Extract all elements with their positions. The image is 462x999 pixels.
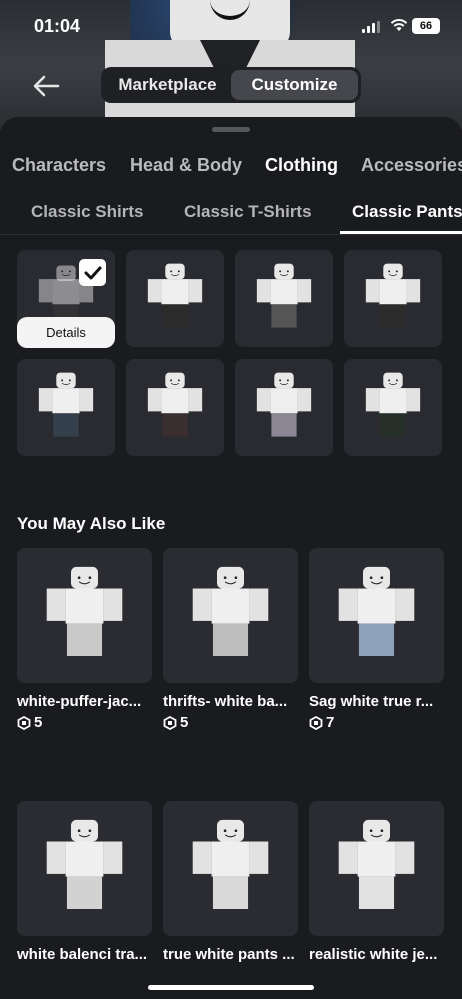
owned-item-tile[interactable] [344, 359, 442, 456]
category-tabs: Characters Head & Body Clothing Accessor… [0, 155, 462, 183]
avatar-thumbnail [147, 263, 203, 328]
recommendation-card[interactable]: white-puffer-jac... 5 [17, 548, 152, 731]
item-thumbnail[interactable] [17, 801, 152, 936]
avatar-thumbnail [365, 263, 421, 328]
item-price: 5 [17, 714, 152, 731]
item-thumbnail[interactable] [163, 801, 298, 936]
status-bar: 01:04 66 [0, 0, 462, 52]
tab-clothing[interactable]: Clothing [265, 155, 338, 176]
item-price-value: 7 [326, 714, 335, 731]
equipped-checkmark-icon [79, 259, 106, 286]
robux-icon [163, 715, 177, 730]
avatar-thumbnail [192, 819, 269, 909]
item-thumbnail[interactable] [163, 548, 298, 683]
battery-indicator: 66 [412, 18, 440, 34]
item-name: Sag white true r... [309, 693, 434, 710]
mode-switcher: Marketplace Customize [101, 67, 361, 103]
item-thumbnail[interactable] [309, 801, 444, 936]
item-name: true white pants ... [163, 946, 295, 963]
active-tab-indicator [340, 231, 462, 234]
tab-marketplace[interactable]: Marketplace [104, 70, 231, 100]
section-title-recommendations: You May Also Like [17, 514, 166, 533]
recommendation-card[interactable]: true white pants ... [163, 801, 298, 963]
item-thumbnail[interactable] [17, 548, 152, 683]
avatar-thumbnail [192, 566, 269, 656]
owned-item-tile[interactable] [17, 359, 115, 456]
recommendation-card[interactable]: realistic white je... [309, 801, 444, 963]
tab-classic-tshirts[interactable]: Classic T-Shirts [184, 202, 312, 222]
recommendation-card[interactable]: white balenci tra... [17, 801, 152, 963]
robux-icon [17, 715, 31, 730]
owned-item-tile[interactable] [126, 359, 224, 456]
home-indicator [148, 985, 314, 990]
recommendation-card[interactable]: Sag white true r... 7 [309, 548, 444, 731]
back-arrow-icon[interactable] [30, 72, 62, 100]
avatar-thumbnail [147, 372, 203, 437]
avatar-thumbnail [338, 819, 415, 909]
sheet-grabber[interactable] [212, 127, 250, 132]
wifi-icon [390, 19, 408, 31]
tab-head-body[interactable]: Head & Body [130, 155, 242, 176]
owned-item-tile[interactable] [235, 250, 333, 347]
item-name: white-puffer-jac... [17, 693, 142, 710]
tab-classic-shirts[interactable]: Classic Shirts [31, 202, 143, 222]
tab-characters[interactable]: Characters [12, 155, 106, 176]
status-time: 01:04 [34, 16, 81, 36]
avatar-thumbnail [46, 819, 123, 909]
avatar-thumbnail [256, 263, 312, 328]
item-price: 5 [163, 714, 298, 731]
item-price-value: 5 [34, 714, 43, 731]
avatar-thumbnail [46, 566, 123, 656]
item-thumbnail[interactable] [309, 548, 444, 683]
avatar-thumbnail [338, 566, 415, 656]
avatar-thumbnail [256, 372, 312, 437]
avatar-thumbnail [365, 372, 421, 437]
owned-item-tile[interactable] [235, 359, 333, 456]
cellular-signal-icon [362, 21, 380, 33]
subcategory-tabs: Classic Shirts Classic T-Shirts Classic … [0, 189, 462, 235]
tab-accessories[interactable]: Accessories [361, 155, 462, 176]
item-name: thrifts- white ba... [163, 693, 288, 710]
recommendation-card[interactable]: thrifts- white ba... 5 [163, 548, 298, 731]
tab-classic-pants[interactable]: Classic Pants [352, 202, 462, 222]
robux-icon [309, 715, 323, 730]
details-button[interactable]: Details [17, 317, 115, 348]
item-price: 7 [309, 714, 444, 731]
owned-item-tile[interactable] [344, 250, 442, 347]
item-name: realistic white je... [309, 946, 438, 963]
tab-customize[interactable]: Customize [231, 70, 358, 100]
owned-item-tile[interactable] [126, 250, 224, 347]
item-price-value: 5 [180, 714, 189, 731]
avatar-thumbnail [38, 372, 94, 437]
item-name: white balenci tra... [17, 946, 148, 963]
